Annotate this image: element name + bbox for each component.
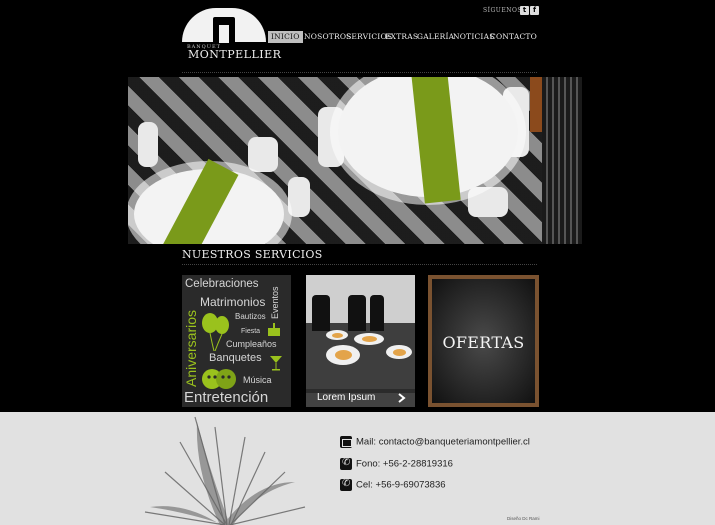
site-footer: Mail: contacto@banqueteriamontpellier.cl… [0, 412, 715, 525]
word-eventos: Eventos [270, 286, 280, 319]
section-title: NUESTROS SERVICIOS [182, 248, 323, 261]
contact-mail-text: Mail: contacto@banqueteriamontpellier.cl [356, 436, 530, 448]
nav-item-extras[interactable]: EXTRAS [385, 31, 418, 43]
card-caption: Lorem Ipsum [317, 392, 376, 403]
nav-item-contacto[interactable]: CONTACTO [490, 31, 537, 43]
design-credit[interactable]: Diseño Dc Rami [507, 516, 540, 521]
header-divider [182, 72, 537, 73]
masks-icon [202, 369, 236, 389]
food-plate [354, 333, 384, 345]
section-divider [182, 264, 537, 265]
word-matrimonios: Matrimonios [200, 295, 266, 309]
nav-item-galeria[interactable]: GALERÍA [417, 31, 454, 43]
nav-item-noticias[interactable]: NOTICIAS [453, 31, 495, 43]
hero-banner [128, 77, 582, 244]
site-header: BANQUET MONTPELLIER SÍGUENOS t f INICIO … [0, 0, 715, 75]
logo-text: MONTPELLIER [188, 48, 282, 61]
food-plate [386, 345, 412, 359]
chair [288, 177, 310, 217]
plant-decoration-icon [144, 416, 306, 525]
services-wordcloud-card[interactable]: Celebraciones Matrimonios Eventos Bautiz… [182, 275, 291, 407]
follow-label: SÍGUENOS [483, 7, 522, 14]
ofertas-card[interactable]: OFERTAS [428, 275, 539, 407]
photo-card[interactable]: Lorem Ipsum [306, 275, 415, 407]
caption-bar[interactable]: Lorem Ipsum [306, 389, 415, 407]
contact-cell[interactable]: Cel: +56-9-69073836 [340, 478, 446, 491]
word-musica: Música [243, 375, 272, 385]
word-fiesta: Fiesta [241, 328, 261, 335]
word-banquetes: Banquetes [209, 352, 262, 364]
contact-phone[interactable]: Fono: +56-2-28819316 [340, 457, 453, 470]
phone-icon [340, 478, 352, 491]
contact-cell-text: Cel: +56-9-69073836 [356, 479, 446, 491]
nav-item-nosotros[interactable]: NOSOTROS [304, 31, 352, 43]
chair [248, 137, 278, 172]
chalkboard: OFERTAS [432, 279, 535, 403]
cocktail-icon [270, 356, 282, 371]
food-plate [326, 345, 360, 365]
office-chair [312, 295, 330, 331]
mail-icon [340, 436, 352, 448]
balloons-icon [202, 313, 229, 351]
logo-gate-icon [213, 17, 235, 43]
nav-item-inicio[interactable]: INICIO [268, 31, 303, 43]
contact-mail[interactable]: Mail: contacto@banqueteriamontpellier.cl [340, 436, 530, 448]
office-chair [348, 295, 366, 331]
wood-door [530, 77, 542, 132]
logo[interactable]: BANQUET MONTPELLIER [182, 8, 281, 61]
cake-icon [268, 323, 280, 336]
phone-icon [340, 457, 352, 470]
stair-railing [542, 77, 582, 244]
chair [138, 122, 158, 167]
facebook-icon[interactable]: f [530, 6, 539, 15]
word-celebraciones: Celebraciones [185, 278, 259, 290]
word-bautizos: Bautizos [235, 312, 266, 321]
ofertas-label: OFERTAS [442, 333, 525, 352]
word-aniversarios: Aniversarios [183, 309, 199, 387]
twitter-icon[interactable]: t [520, 6, 529, 15]
food-plate [326, 330, 348, 340]
chevron-right-icon[interactable] [398, 393, 406, 403]
word-entretencion: Entretención [184, 389, 269, 406]
chair [468, 187, 508, 217]
office-chair [370, 295, 384, 331]
contact-phone-text: Fono: +56-2-28819316 [356, 458, 453, 470]
